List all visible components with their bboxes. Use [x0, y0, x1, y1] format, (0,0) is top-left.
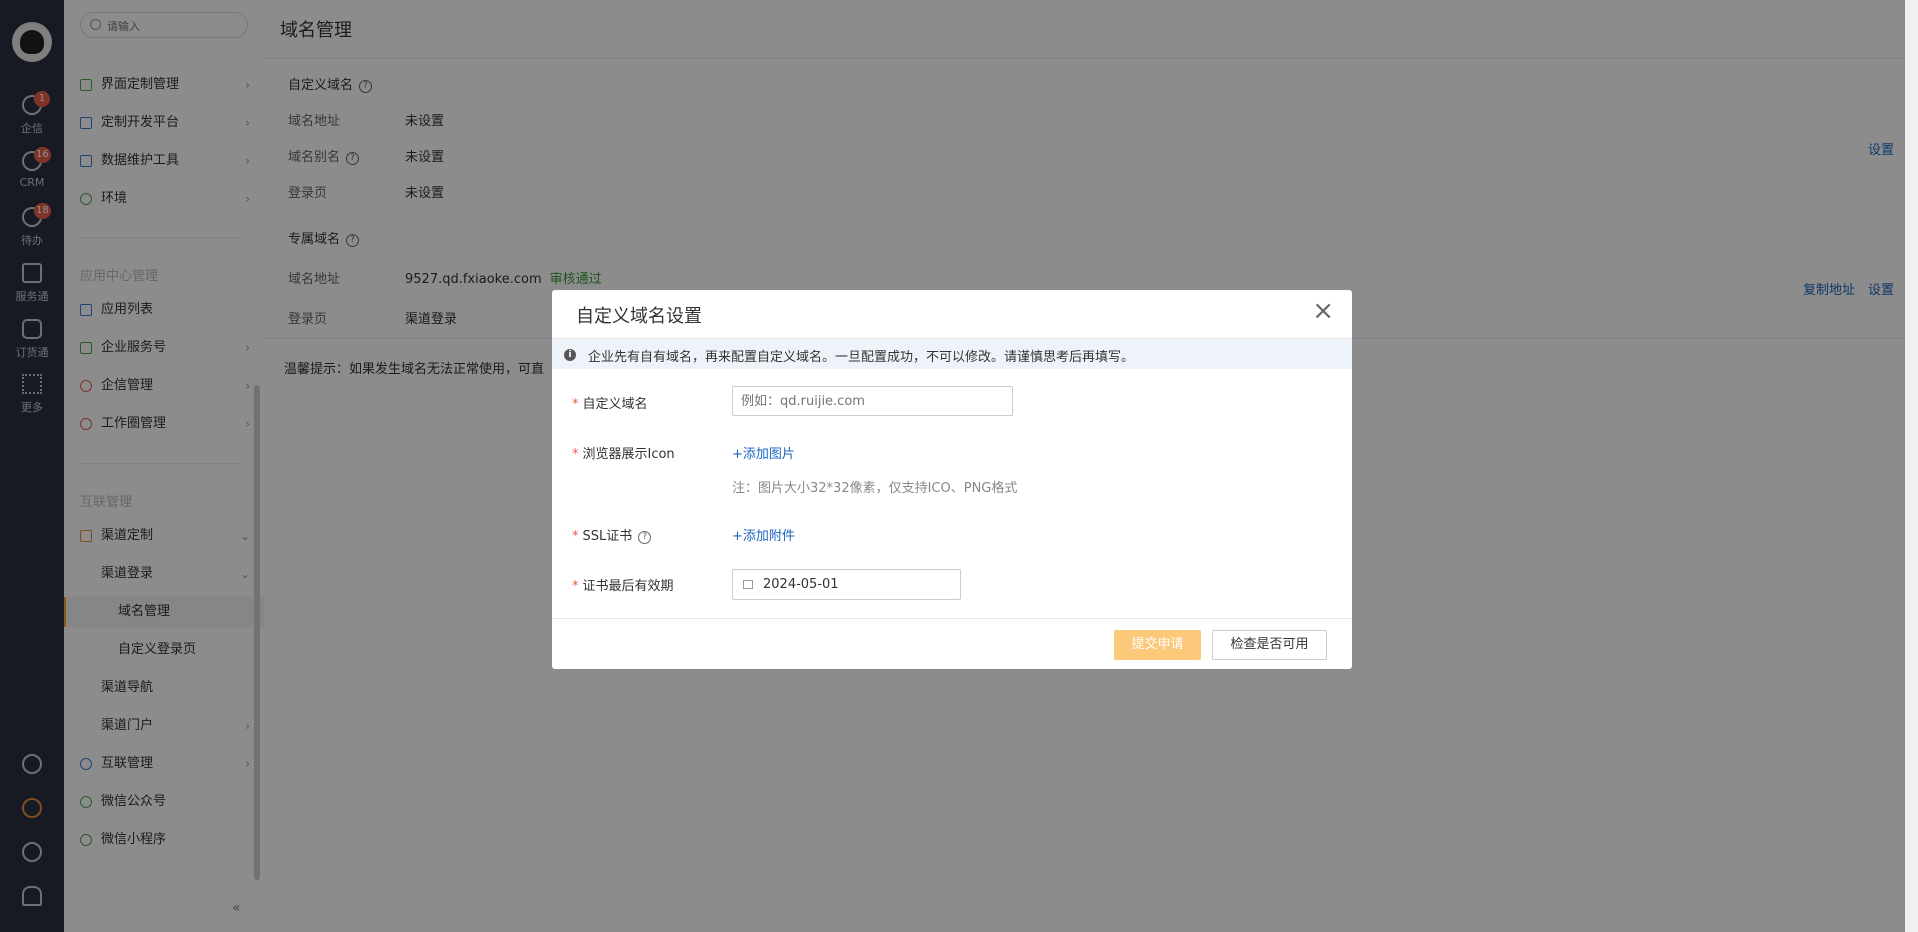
date-value: 2024-05-01: [763, 577, 839, 592]
required-mark: *: [572, 579, 579, 594]
help-icon[interactable]: ?: [638, 531, 652, 544]
icon-field-label: * 浏览器展示Icon: [572, 443, 675, 462]
label-text: 浏览器展示Icon: [582, 447, 675, 462]
calendar-icon: [743, 580, 753, 589]
info-icon: i: [564, 349, 576, 361]
required-mark: *: [572, 447, 579, 462]
check-availability-button[interactable]: 检查是否可用: [1212, 630, 1327, 660]
label-text: 证书最后有效期: [582, 579, 674, 594]
notice-text: 企业先有自有域名，再来配置自定义域名。一旦配置成功，不可以修改。请谨慎思考后再填…: [588, 350, 1135, 365]
domain-input[interactable]: [732, 386, 1013, 416]
page-scrollbar[interactable]: [1905, 0, 1918, 932]
submit-button[interactable]: 提交申请: [1114, 630, 1201, 660]
required-mark: *: [572, 529, 579, 544]
divider: [552, 618, 1352, 619]
label-text: 自定义域名: [582, 397, 648, 412]
expiry-date-picker[interactable]: 2024-05-01: [732, 569, 961, 600]
ssl-field-label: * SSL证书?: [572, 525, 652, 544]
icon-note: 注：图片大小32*32像素，仅支持ICO、PNG格式: [732, 481, 1018, 496]
close-icon[interactable]: ×: [1312, 298, 1334, 324]
notice-bar: i 企业先有自有域名，再来配置自定义域名。一旦配置成功，不可以修改。请谨慎思考后…: [552, 339, 1352, 369]
required-mark: *: [572, 397, 579, 412]
dialog-title: 自定义域名设置: [576, 306, 702, 327]
add-attachment-link[interactable]: +添加附件: [732, 525, 795, 544]
custom-domain-dialog: 自定义域名设置 × i 企业先有自有域名，再来配置自定义域名。一旦配置成功，不可…: [552, 290, 1352, 669]
expiry-field-label: * 证书最后有效期: [572, 575, 674, 594]
label-text: SSL证书: [582, 529, 633, 544]
add-image-link[interactable]: +添加图片: [732, 443, 795, 462]
domain-field-label: * 自定义域名: [572, 393, 648, 412]
